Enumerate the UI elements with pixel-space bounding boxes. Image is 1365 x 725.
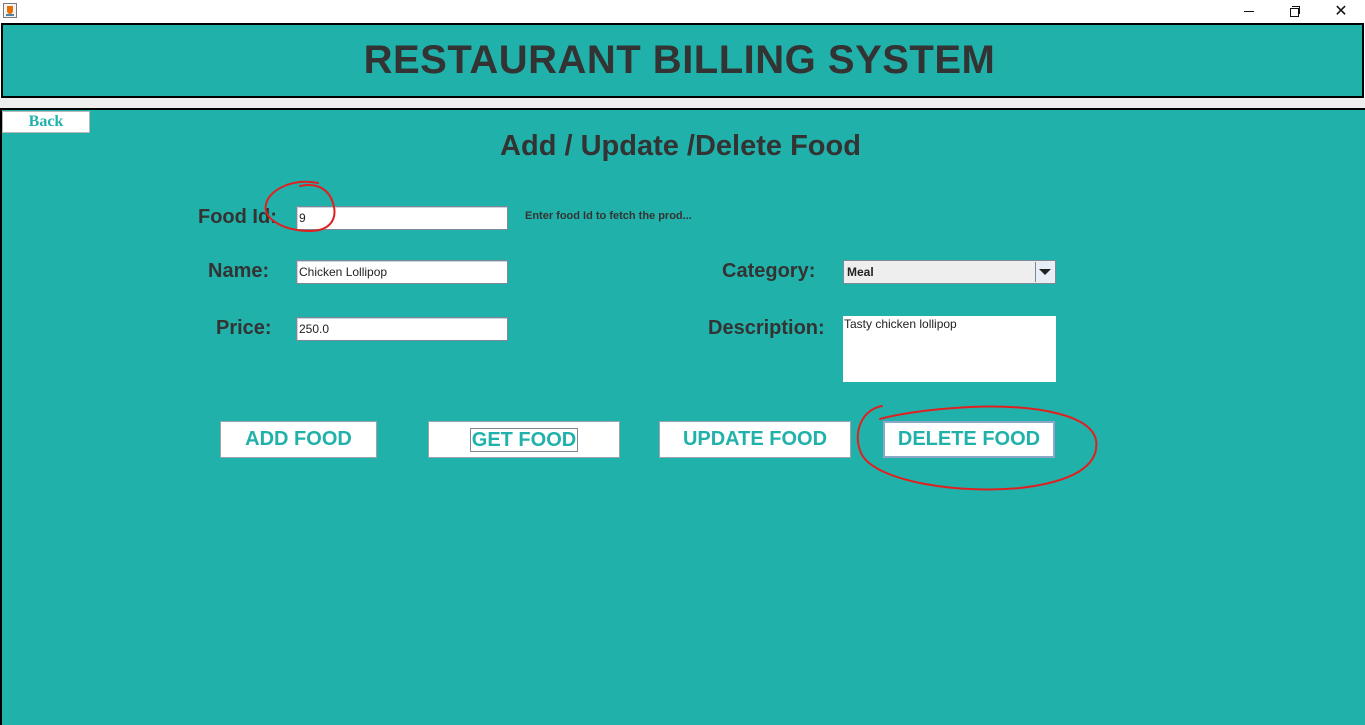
app-window: ✕ RESTAURANT BILLING SYSTEM Back Add / U… [0, 0, 1365, 725]
price-input[interactable] [296, 317, 508, 341]
get-food-label: GET FOOD [469, 427, 579, 452]
get-food-button[interactable]: GET FOOD [428, 421, 620, 458]
minimize-button[interactable] [1226, 0, 1272, 22]
header-gap [0, 98, 1365, 108]
name-input[interactable] [296, 260, 508, 284]
food-management-panel: Back Add / Update /Delete Food Food Id: … [0, 108, 1365, 725]
add-food-button[interactable]: ADD FOOD [220, 421, 377, 458]
delete-food-label: DELETE FOOD [897, 428, 1041, 450]
update-food-button[interactable]: UPDATE FOOD [659, 421, 851, 458]
app-title: RESTAURANT BILLING SYSTEM [363, 38, 996, 82]
category-select[interactable]: Meal [843, 260, 1056, 284]
food-id-label: Food Id: [198, 206, 277, 228]
close-button[interactable]: ✕ [1318, 0, 1364, 22]
add-food-label: ADD FOOD [245, 428, 352, 450]
minimize-icon [1244, 10, 1254, 12]
price-label: Price: [216, 317, 272, 339]
category-selected-value: Meal [847, 265, 874, 279]
chevron-down-icon[interactable] [1035, 262, 1054, 282]
category-label: Category: [722, 260, 816, 282]
close-icon: ✕ [1334, 1, 1348, 20]
java-cup-icon [3, 3, 17, 18]
header-banner: RESTAURANT BILLING SYSTEM [1, 23, 1364, 98]
restore-button[interactable] [1272, 0, 1318, 22]
window-titlebar: ✕ [0, 0, 1365, 23]
food-id-hint: Enter food Id to fetch the prod... [525, 210, 692, 222]
page-title: Add / Update /Delete Food [500, 130, 861, 162]
description-label: Description: [708, 317, 825, 339]
description-textarea[interactable]: Tasty chicken lollipop [843, 316, 1056, 382]
restore-icon [1290, 6, 1300, 17]
delete-food-button[interactable]: DELETE FOOD [883, 421, 1055, 458]
food-id-input[interactable] [296, 206, 508, 230]
name-label: Name: [208, 260, 270, 282]
update-food-label: UPDATE FOOD [682, 428, 828, 450]
